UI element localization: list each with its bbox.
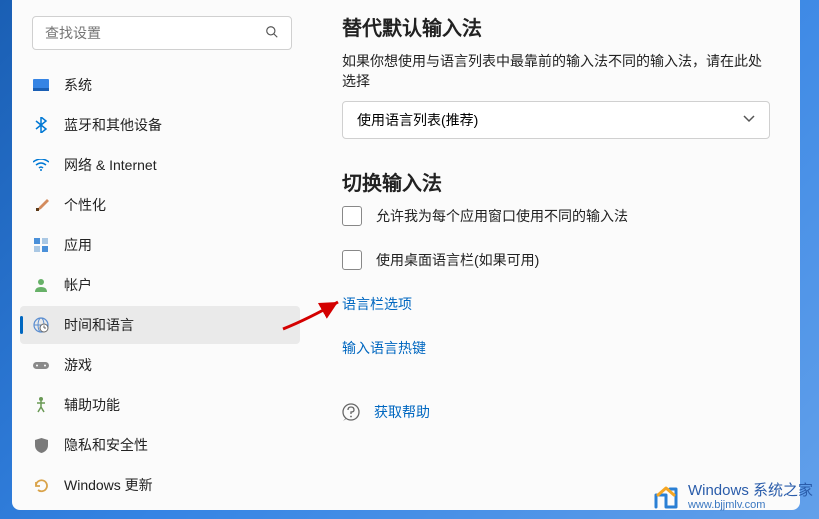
settings-window: 系统 蓝牙和其他设备 网络 & Internet 个性化 应用 帐户 (12, 0, 800, 510)
sidebar-item-apps[interactable]: 应用 (20, 226, 300, 264)
nav-list: 系统 蓝牙和其他设备 网络 & Internet 个性化 应用 帐户 (12, 64, 312, 510)
gamepad-icon (32, 356, 50, 374)
search-input[interactable] (45, 25, 265, 41)
checkbox-label: 允许我为每个应用窗口使用不同的输入法 (376, 206, 628, 226)
bluetooth-icon (32, 116, 50, 134)
chevron-down-icon (743, 115, 755, 126)
sidebar-item-label: 时间和语言 (64, 315, 134, 335)
watermark-title: Windows 系统之家 (688, 483, 813, 500)
link-input-language-hotkeys[interactable]: 输入语言热键 (342, 338, 770, 358)
sidebar-item-label: 网络 & Internet (64, 155, 157, 175)
watermark: Windows 系统之家 www.bjjmlv.com (650, 481, 813, 513)
globe-clock-icon (32, 316, 50, 334)
sidebar-item-label: 蓝牙和其他设备 (64, 115, 162, 135)
content: 替代默认输入法 如果你想使用与语言列表中最靠前的输入法不同的输入法，请在此处选择… (312, 0, 800, 510)
sidebar-item-label: 游戏 (64, 355, 92, 375)
sidebar-item-personalization[interactable]: 个性化 (20, 186, 300, 224)
sidebar-item-label: 帐户 (64, 275, 92, 295)
search-box[interactable] (32, 16, 292, 50)
sidebar-item-network[interactable]: 网络 & Internet (20, 146, 300, 184)
link-language-bar-options[interactable]: 语言栏选项 (342, 294, 770, 314)
sidebar-item-label: 辅助功能 (64, 395, 120, 415)
sidebar-item-label: 个性化 (64, 195, 106, 215)
user-icon (32, 276, 50, 294)
brush-icon (32, 196, 50, 214)
accessibility-icon (32, 396, 50, 414)
section-title-switch-ime: 切换输入法 (342, 167, 770, 196)
sidebar-item-system[interactable]: 系统 (20, 66, 300, 104)
sidebar-item-label: 系统 (64, 75, 92, 95)
sidebar-item-accessibility[interactable]: 辅助功能 (20, 386, 300, 424)
wifi-icon (32, 156, 50, 174)
dropdown-value: 使用语言列表(推荐) (357, 110, 478, 130)
sidebar-item-privacy[interactable]: 隐私和安全性 (20, 426, 300, 464)
link-get-help[interactable]: 获取帮助 (374, 402, 430, 422)
sidebar-item-label: 应用 (64, 235, 92, 255)
watermark-url: www.bjjmlv.com (688, 499, 813, 511)
sidebar-item-bluetooth[interactable]: 蓝牙和其他设备 (20, 106, 300, 144)
default-ime-dropdown[interactable]: 使用语言列表(推荐) (342, 101, 770, 139)
checkbox-box[interactable] (342, 250, 362, 270)
sidebar-item-windows-update[interactable]: Windows 更新 (20, 466, 300, 504)
sidebar-item-gaming[interactable]: 游戏 (20, 346, 300, 384)
section-subtitle: 如果你想使用与语言列表中最靠前的输入法不同的输入法，请在此处选择 (342, 51, 770, 91)
section-title-default-ime: 替代默认输入法 (342, 12, 770, 41)
sidebar-item-accounts[interactable]: 帐户 (20, 266, 300, 304)
checkbox-per-app-window[interactable]: 允许我为每个应用窗口使用不同的输入法 (342, 206, 770, 226)
windows-logo-icon (650, 481, 682, 513)
search-icon (265, 25, 279, 42)
checkbox-label: 使用桌面语言栏(如果可用) (376, 250, 539, 270)
checkbox-desktop-language-bar[interactable]: 使用桌面语言栏(如果可用) (342, 250, 770, 270)
checkbox-box[interactable] (342, 206, 362, 226)
apps-icon (32, 236, 50, 254)
sidebar-item-time-language[interactable]: 时间和语言 (20, 306, 300, 344)
help-row: 获取帮助 (342, 402, 770, 422)
shield-icon (32, 436, 50, 454)
help-icon (342, 403, 360, 421)
display-icon (32, 76, 50, 94)
sidebar-item-label: Windows 更新 (64, 475, 153, 495)
sidebar-item-label: 隐私和安全性 (64, 435, 148, 455)
sidebar: 系统 蓝牙和其他设备 网络 & Internet 个性化 应用 帐户 (12, 0, 312, 510)
update-icon (32, 476, 50, 494)
